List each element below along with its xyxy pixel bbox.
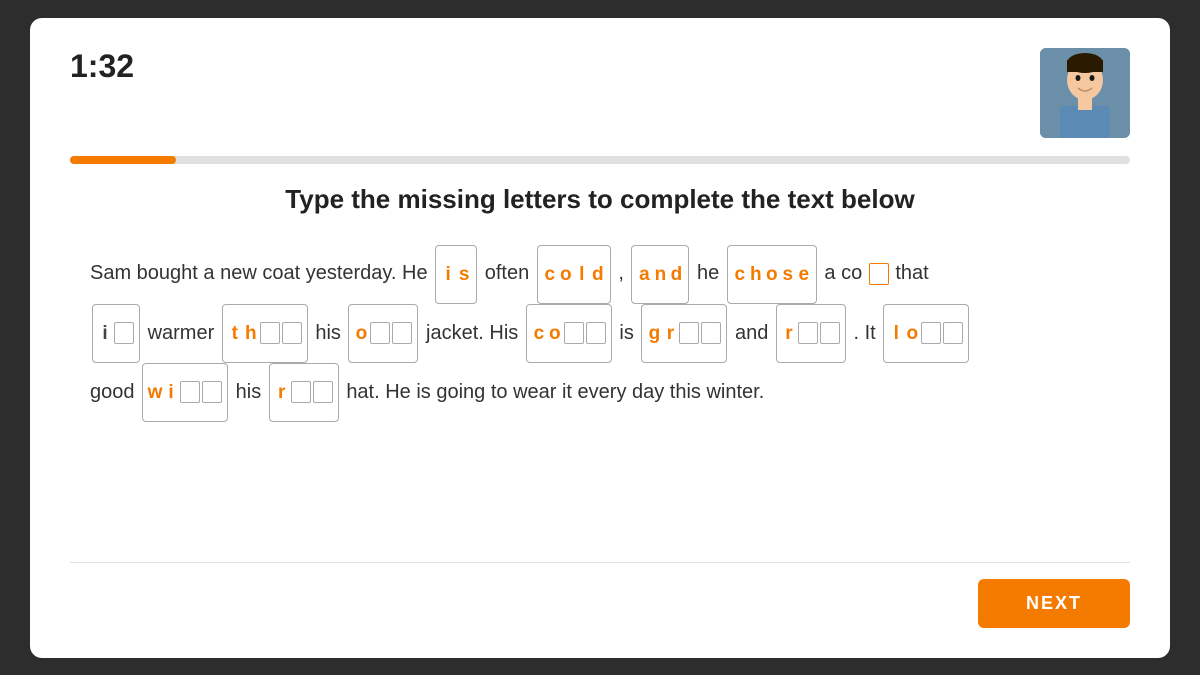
word-box-th-blank: t h (222, 304, 308, 363)
letter: n (652, 248, 668, 301)
letter: t (227, 307, 243, 360)
blank-input[interactable] (370, 322, 390, 344)
word-box-lo-blank: l o (883, 304, 969, 363)
blank-input[interactable] (260, 322, 280, 344)
main-card: 1:32 Type the mi (30, 18, 1170, 658)
blank-input[interactable] (564, 322, 584, 344)
word-box-wi-blank: w i (142, 363, 228, 422)
letter: l (888, 307, 904, 360)
text-area: Sam bought a new coat yesterday. He i s … (70, 245, 1130, 423)
letter: o (764, 248, 780, 301)
text-segment: , (618, 262, 629, 284)
text-segment: jacket. His (426, 322, 524, 344)
text-segment: good (90, 381, 140, 403)
timer: 1:32 (70, 48, 134, 85)
letter: o (904, 307, 920, 360)
letter: d (590, 248, 606, 301)
letter: i (97, 307, 113, 360)
blank-input[interactable] (820, 322, 840, 344)
word-box-gr-blank: g r (641, 304, 727, 363)
blank-input[interactable] (291, 381, 311, 403)
sentence-2: i warmer t h his o jacket. His c o (90, 322, 971, 344)
text-segment: . It (853, 322, 881, 344)
letter: i (440, 248, 456, 301)
letter: a (636, 248, 652, 301)
word-box-r-blank: r (776, 304, 846, 363)
letter: g (646, 307, 662, 360)
blank-input[interactable] (701, 322, 721, 344)
blank-input[interactable] (943, 322, 963, 344)
letter: o (547, 307, 563, 360)
sentence-1: Sam bought a new coat yesterday. He i s … (90, 262, 929, 284)
word-box-i-blank: i (92, 304, 140, 363)
text-segment: a co (824, 262, 862, 284)
text-segment: his (236, 381, 267, 403)
word-box-and: a n d (631, 245, 689, 304)
divider (70, 562, 1130, 563)
letter: r (662, 307, 678, 360)
text-segment: hat. He is going to wear it every day th… (346, 381, 764, 403)
bottom-bar: NEXT (70, 579, 1130, 628)
letter: e (796, 248, 812, 301)
letter: s (780, 248, 796, 301)
blank-input[interactable] (313, 381, 333, 403)
word-box-co-blank: c o (526, 304, 612, 363)
letter: h (243, 307, 259, 360)
letter: r (781, 307, 797, 360)
text-segment: and (735, 322, 774, 344)
letter: c (531, 307, 547, 360)
blank-input[interactable] (180, 381, 200, 403)
letter: o (558, 248, 574, 301)
blank-input[interactable] (114, 322, 134, 344)
word-box-o-blank: o (348, 304, 418, 363)
instruction: Type the missing letters to complete the… (70, 184, 1130, 215)
next-button[interactable]: NEXT (978, 579, 1130, 628)
blank-input[interactable] (586, 322, 606, 344)
progress-bar-container (70, 156, 1130, 164)
word-box-r-hat-blank: r (269, 363, 339, 422)
top-bar: 1:32 (70, 48, 1130, 138)
text-segment: is (619, 322, 639, 344)
progress-bar-fill (70, 156, 176, 164)
blank-input[interactable] (679, 322, 699, 344)
letter: c (542, 248, 558, 301)
blank-input[interactable] (798, 322, 818, 344)
letter: o (353, 307, 369, 360)
letter: d (668, 248, 684, 301)
letter: s (456, 248, 472, 301)
letter: r (274, 366, 290, 419)
text-segment: that (895, 262, 928, 284)
blank-input[interactable] (869, 263, 889, 285)
sentence-3: good w i his r hat. He is going to wear … (90, 381, 764, 403)
word-box-chose: c h o s e (727, 245, 817, 304)
blank-input[interactable] (202, 381, 222, 403)
blank-input[interactable] (282, 322, 302, 344)
blank-input[interactable] (392, 322, 412, 344)
text-segment: he (697, 262, 725, 284)
text-segment: often (485, 262, 535, 284)
text-segment: his (315, 322, 346, 344)
letter: h (748, 248, 764, 301)
word-box-is: i s (435, 245, 477, 304)
text-segment: Sam bought a new coat yesterday. He (90, 262, 433, 284)
letter: c (732, 248, 748, 301)
blank-input[interactable] (921, 322, 941, 344)
avatar (1040, 48, 1130, 138)
letter: w (147, 366, 163, 419)
letter: i (163, 366, 179, 419)
word-box-cold: c o l d (537, 245, 611, 304)
letter: l (574, 248, 590, 301)
text-segment: warmer (148, 322, 220, 344)
